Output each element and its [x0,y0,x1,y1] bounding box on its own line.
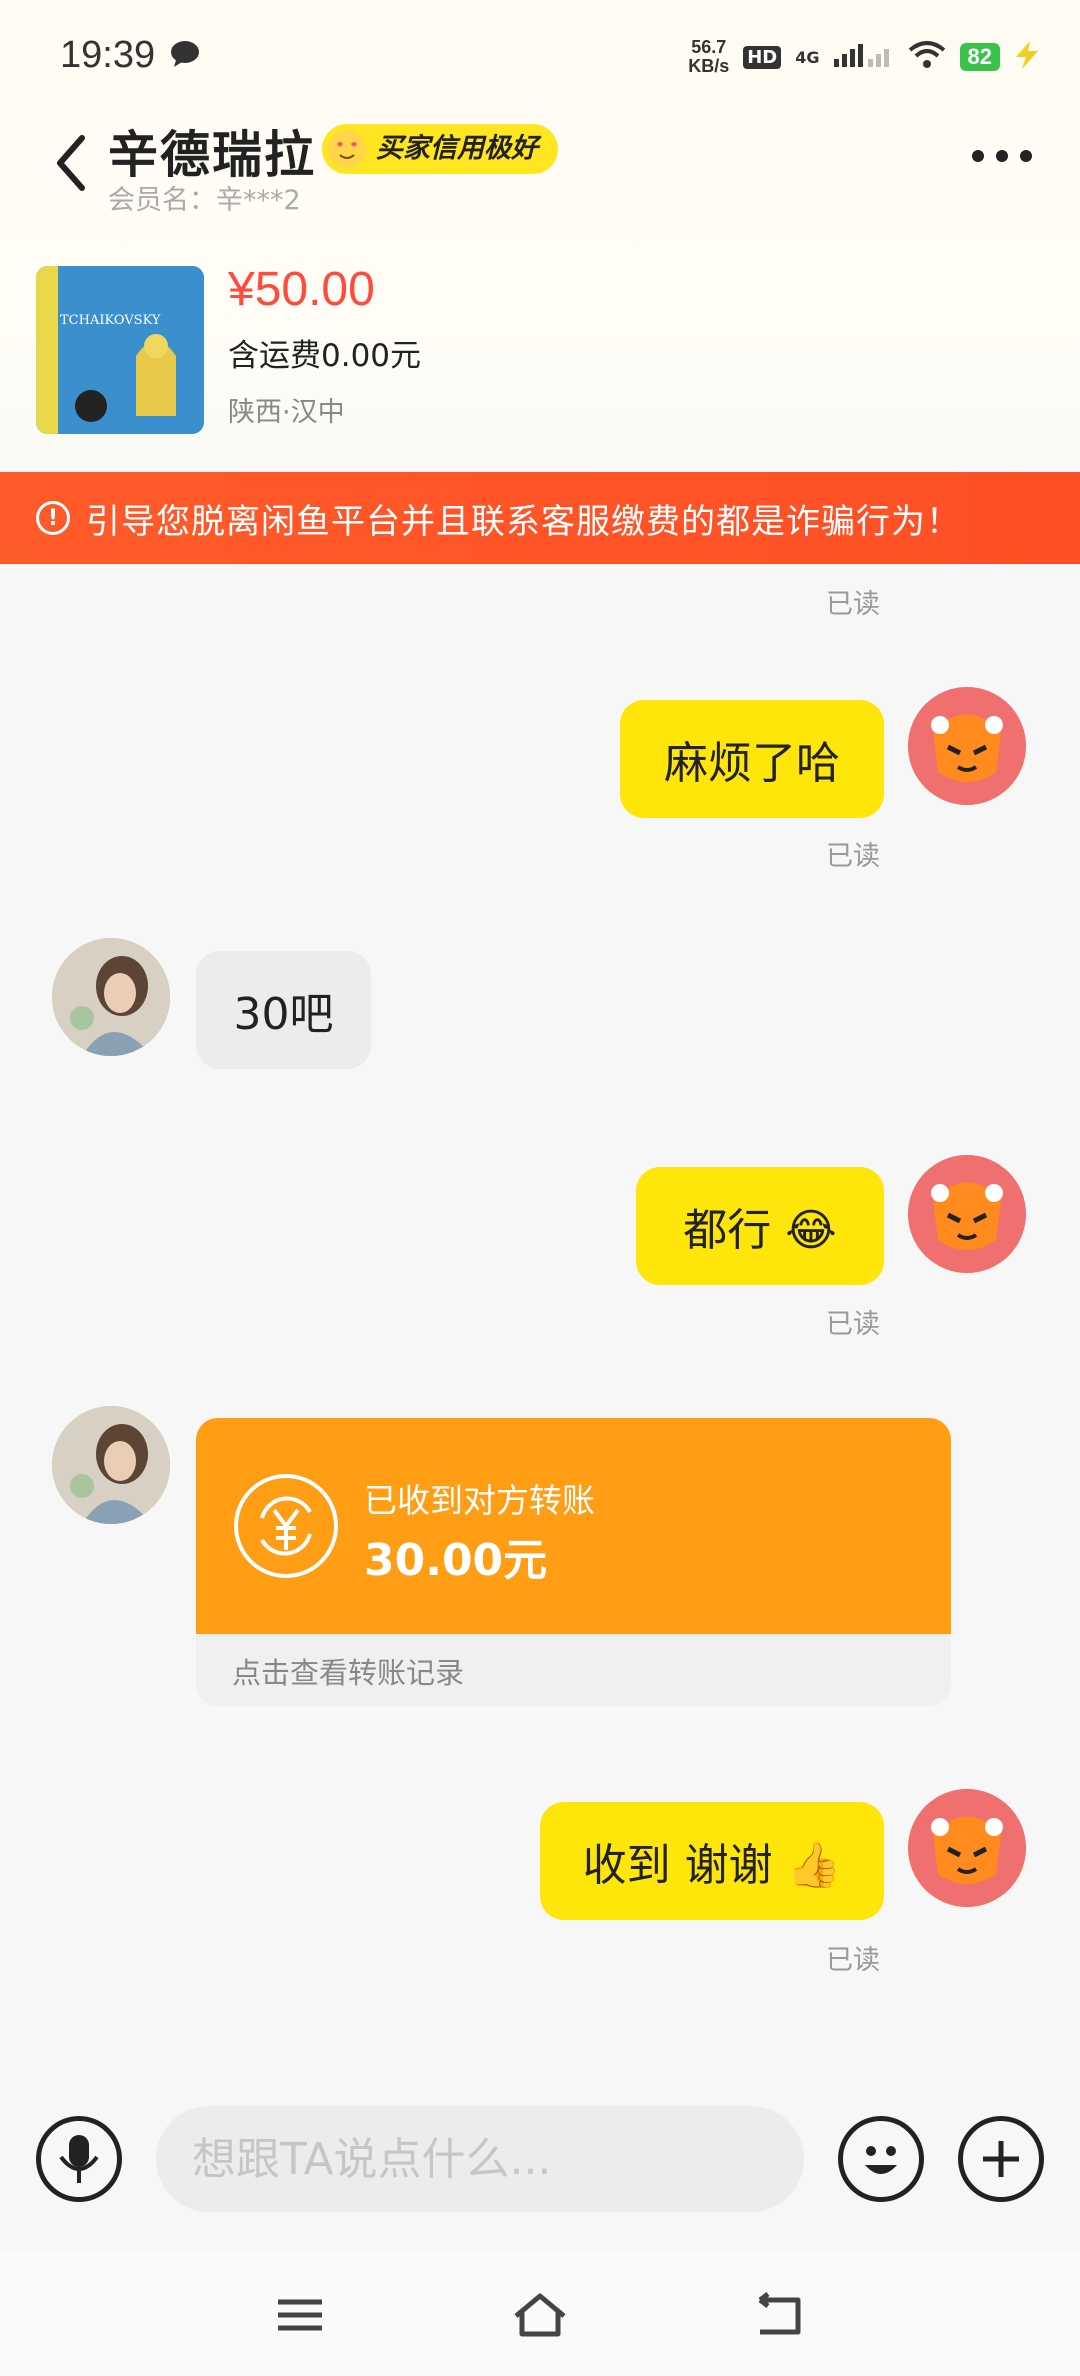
product-shipping: 含运费0.00元 [228,338,422,374]
heart-eyes-emoji-icon [328,130,366,168]
transfer-card[interactable]: 已收到对方转账 30.00元 点击查看转账记录 [196,1418,951,1706]
exclamation-icon: ! [36,501,70,535]
seller-avatar[interactable] [52,938,170,1056]
system-nav-bar [0,2250,1080,2376]
net-speed: 56.7 KB/s [688,38,729,76]
home-icon [514,2293,566,2337]
read-status: 已读 [826,589,880,620]
message-bubble-mine[interactable]: 收到 谢谢 👍 [540,1802,884,1920]
message-input[interactable] [156,2106,804,2212]
signal-icon [833,43,894,71]
svg-text:TCHAIKOVSKY: TCHAIKOVSKY [60,313,161,328]
view-transfer-record-link[interactable]: 点击查看转账记录 [232,1650,464,1692]
message-notification-icon [170,40,200,72]
back-arrow-icon [758,2292,801,2335]
message-bubble-mine[interactable]: 都行 😂 [636,1167,884,1285]
message-text: 都行 😂 [683,1205,837,1256]
status-time: 19:39 [60,34,156,76]
back-nav-button[interactable] [750,2290,810,2340]
battery-level: 82 [959,43,1000,71]
menu-nav-button[interactable] [270,2290,330,2340]
menu-icon [278,2299,322,2331]
member-name: 会员名：辛***2 [108,185,301,216]
credit-badge[interactable]: 买家信用极好 [322,124,558,174]
read-status: 已读 [826,841,880,872]
microphone-icon [59,2135,99,2183]
hd-badge: HD [743,45,782,69]
seller-avatar[interactable] [52,1406,170,1524]
read-status: 已读 [826,1945,880,1976]
home-nav-button[interactable] [510,2290,570,2340]
transfer-card-top: 已收到对方转账 30.00元 [196,1418,951,1634]
message-bubble-mine[interactable]: 麻烦了哈 [620,700,884,818]
seller-name[interactable]: 辛德瑞拉 [108,115,316,187]
yuan-transfer-icon [232,1472,340,1580]
charging-icon [1014,41,1040,73]
back-button[interactable] [48,128,98,198]
more-options-button[interactable] [972,150,1032,162]
wifi-icon [908,40,946,74]
message-text: 麻烦了哈 [664,738,840,789]
smiley-icon [865,2146,897,2174]
chevron-left-icon [57,135,85,191]
network-type: 4G [795,47,820,67]
fraud-warning-banner: ! 引导您脱离闲鱼平台并且联系客服缴费的都是诈骗行为！ [0,472,1080,564]
read-status: 已读 [826,1309,880,1340]
my-avatar[interactable] [908,687,1026,805]
more-dot-icon [1020,150,1032,162]
my-avatar[interactable] [908,1155,1026,1273]
transfer-title: 已收到对方转账 [364,1481,595,1520]
more-dot-icon [996,150,1008,162]
transfer-amount: 30.00元 [364,1535,548,1586]
status-indicators: 56.7 KB/s HD 4G 82 [688,32,1040,82]
product-thumbnail[interactable]: TCHAIKOVSKY [36,266,204,434]
more-actions-button[interactable] [958,2116,1044,2202]
my-avatar[interactable] [908,1789,1026,1907]
net-speed-value: 56.7 [691,37,727,57]
message-bubble-theirs[interactable]: 30吧 [196,951,371,1069]
message-text: 30吧 [233,989,334,1040]
credit-badge-label: 买家信用极好 [376,133,538,164]
more-dot-icon [972,150,984,162]
warning-text: 引导您脱离闲鱼平台并且联系客服缴费的都是诈骗行为！ [86,501,961,542]
emoji-button[interactable] [838,2116,924,2202]
product-location: 陕西·汉中 [228,397,345,428]
plus-icon [983,2141,1019,2177]
net-speed-unit: KB/s [688,56,730,76]
message-text: 收到 谢谢 👍 [582,1840,842,1891]
voice-input-button[interactable] [36,2116,122,2202]
input-bar [0,2070,1080,2250]
status-bar: 19:39 56.7 KB/s HD 4G 82 [0,0,1080,112]
product-price: ¥50.00 [228,263,375,316]
